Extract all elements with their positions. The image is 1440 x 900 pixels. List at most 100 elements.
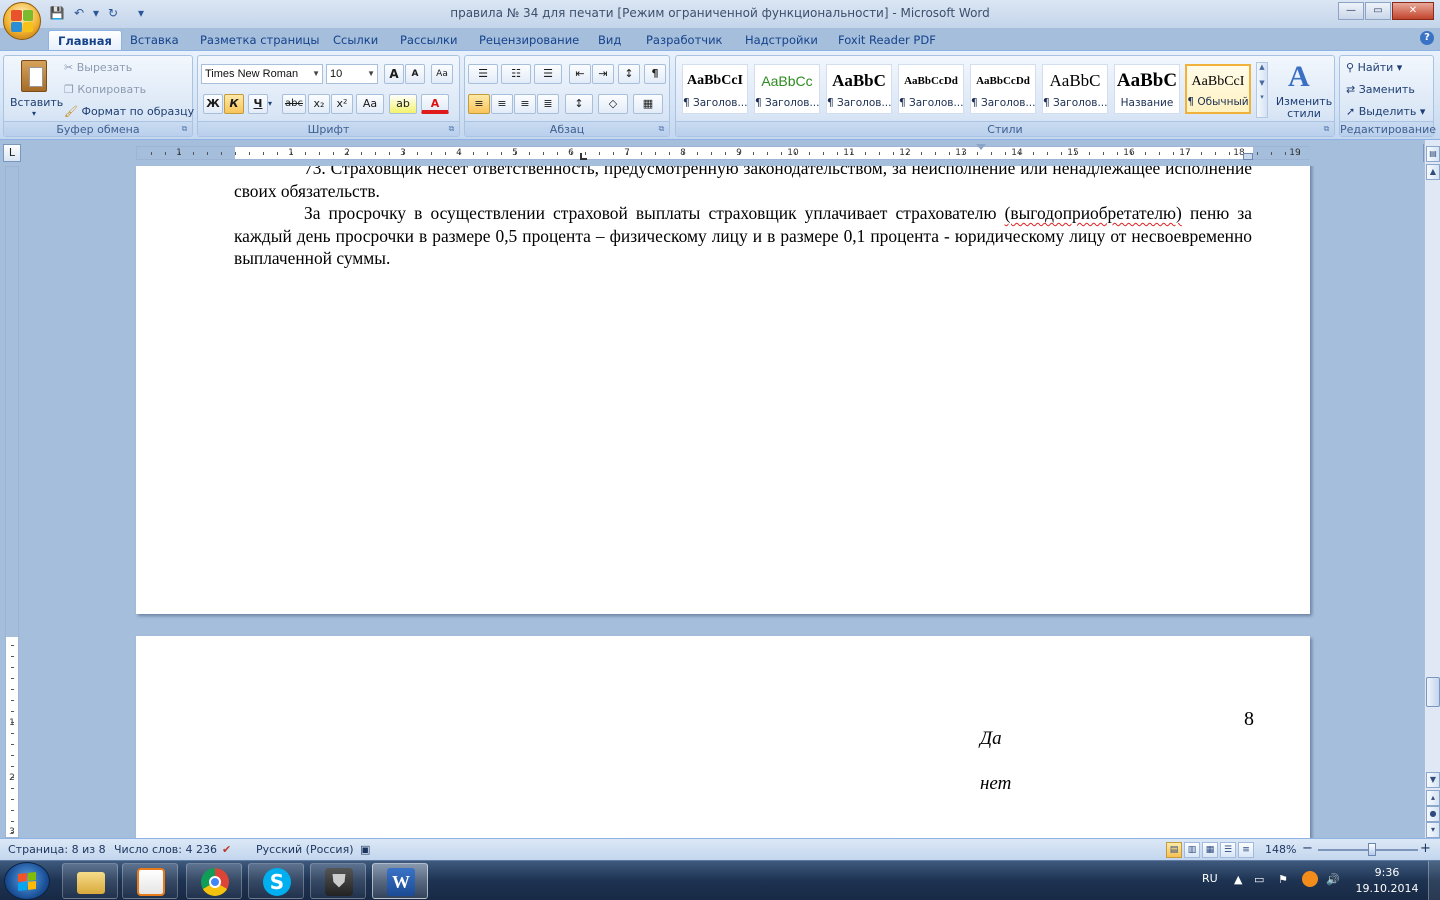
paragraph-launcher-icon[interactable]: ⧉	[656, 123, 667, 134]
grow-font-button[interactable]: A	[384, 64, 404, 84]
tab-references[interactable]: Ссылки	[324, 30, 387, 50]
right-indent-marker[interactable]	[1243, 153, 1253, 160]
minimize-button[interactable]: —	[1338, 2, 1364, 20]
volume-icon[interactable]: 🔊	[1326, 873, 1340, 886]
change-case-button[interactable]: Aa	[356, 94, 384, 114]
align-left-button[interactable]: ≡	[468, 94, 490, 114]
paste-button[interactable]: Вставить ▾	[10, 58, 63, 120]
clear-formatting-button[interactable]: Aa	[431, 64, 453, 84]
sort-button[interactable]: ↕	[618, 64, 640, 84]
close-button[interactable]: ✕	[1392, 2, 1434, 20]
style-title[interactable]: AaBbC Название	[1114, 64, 1180, 114]
tab-home[interactable]: Главная	[48, 30, 122, 50]
tray-app-icon[interactable]	[1302, 871, 1318, 887]
show-marks-button[interactable]: ¶	[644, 64, 666, 84]
font-color-button[interactable]: A	[421, 94, 449, 114]
outline-view-button[interactable]: ☰	[1220, 842, 1236, 858]
highlight-button[interactable]: ab	[389, 94, 417, 114]
shading-button[interactable]: ◇	[598, 94, 628, 114]
next-page-icon[interactable]: ▾	[1426, 822, 1440, 838]
superscript-button[interactable]: x²	[331, 94, 353, 114]
proofing-icon[interactable]: ✔	[222, 843, 231, 856]
style-heading-2[interactable]: AaBbCc ¶ Заголов...	[754, 64, 820, 114]
line-spacing-button[interactable]: ↕	[565, 94, 593, 114]
style-heading-4[interactable]: AaBbCcDd ¶ Заголов...	[898, 64, 964, 114]
underline-dropdown-icon[interactable]: ▾	[268, 99, 272, 108]
action-center-flag-icon[interactable]: ⚑	[1278, 873, 1288, 886]
spelling-error-word[interactable]: (выгодоприобретателю)	[1005, 203, 1182, 223]
office-button[interactable]	[3, 2, 41, 40]
macro-record-icon[interactable]: ▣	[360, 843, 370, 856]
start-button[interactable]	[4, 862, 50, 900]
zoom-level[interactable]: 148%	[1265, 843, 1296, 856]
scroll-down-arrow-icon[interactable]: ▼	[1426, 772, 1440, 788]
full-screen-reading-view-button[interactable]: ▥	[1184, 842, 1200, 858]
page-count[interactable]: Страница: 8 из 8	[8, 843, 106, 856]
taskbar-game[interactable]: ⛊	[310, 863, 366, 899]
style-heading-3[interactable]: AaBbC ¶ Заголов...	[826, 64, 892, 114]
style-heading-5[interactable]: AaBbCcDd ¶ Заголов...	[970, 64, 1036, 114]
change-styles-button[interactable]: A Изменить стили	[1274, 58, 1334, 120]
input-language[interactable]: RU	[1202, 872, 1218, 885]
tab-developer[interactable]: Разработчик	[637, 30, 732, 50]
font-launcher-icon[interactable]: ⧉	[446, 123, 457, 134]
style-normal[interactable]: AaBbCcI ¶ Обычный	[1185, 64, 1251, 114]
borders-button[interactable]: ▦	[633, 94, 663, 114]
network-icon[interactable]: ▭	[1254, 873, 1264, 886]
taskbar-chrome[interactable]	[186, 863, 242, 899]
maximize-button[interactable]: ▭	[1365, 2, 1391, 20]
tab-stop-marker[interactable]	[580, 153, 587, 160]
styles-gallery-scroll[interactable]: ▲ ▼ ▾	[1256, 62, 1268, 118]
underline-button[interactable]: Ч	[248, 94, 268, 114]
vertical-scrollbar[interactable]: ▤ ▲ ▼ ▴ ● ▾	[1424, 140, 1440, 838]
replace-button[interactable]: ⇄ Заменить	[1346, 83, 1415, 96]
tab-mailings[interactable]: Рассылки	[391, 30, 466, 50]
numbering-button[interactable]: ☷	[501, 64, 531, 84]
document-area[interactable]: 73. Страховщик несет ответственность, пр…	[22, 166, 1422, 838]
shrink-font-button[interactable]: A	[405, 64, 425, 84]
justify-button[interactable]: ≣	[537, 94, 559, 114]
previous-page-icon[interactable]: ▴	[1426, 790, 1440, 806]
zoom-in-button[interactable]: +	[1420, 841, 1431, 856]
cut-button[interactable]: ✂ Вырезать	[64, 61, 132, 74]
find-button[interactable]: ⚲ Найти ▾	[1346, 61, 1402, 74]
web-layout-view-button[interactable]: ▦	[1202, 842, 1218, 858]
multilevel-list-button[interactable]: ☰	[534, 64, 562, 84]
font-size-combo[interactable]: 10 ▼	[326, 64, 378, 84]
system-clock[interactable]: 9:36 19.10.2014	[1352, 865, 1422, 897]
zoom-out-button[interactable]: −	[1302, 841, 1313, 856]
strikethrough-button[interactable]: abc	[282, 94, 306, 114]
taskbar-media-player[interactable]	[122, 863, 178, 899]
style-heading-1[interactable]: AaBbCcI ¶ Заголов...	[682, 64, 748, 114]
center-button[interactable]: ≡	[491, 94, 513, 114]
bullets-button[interactable]: ☰	[468, 64, 498, 84]
select-browse-object-icon[interactable]: ●	[1426, 806, 1440, 822]
taskbar-word[interactable]: W	[372, 863, 428, 899]
decrease-indent-button[interactable]: ⇤	[569, 64, 591, 84]
language[interactable]: Русский (Россия)	[256, 843, 354, 856]
increase-indent-button[interactable]: ⇥	[592, 64, 614, 84]
first-line-indent-marker[interactable]	[976, 144, 986, 150]
zoom-slider-thumb[interactable]	[1368, 843, 1376, 856]
tab-foxit[interactable]: Foxit Reader PDF	[829, 30, 945, 50]
document-page[interactable]: 8 Да нет	[136, 636, 1310, 838]
tab-view[interactable]: Вид	[589, 30, 630, 50]
tab-page-layout[interactable]: Разметка страницы	[191, 30, 328, 50]
tab-review[interactable]: Рецензирование	[470, 30, 588, 50]
show-hidden-icons[interactable]: ▲	[1234, 873, 1242, 886]
tab-insert[interactable]: Вставка	[121, 30, 188, 50]
clipboard-launcher-icon[interactable]: ⧉	[179, 123, 190, 134]
select-button[interactable]: ➚ Выделить ▾	[1346, 105, 1425, 118]
copy-button[interactable]: ❐ Копировать	[64, 83, 146, 96]
draft-view-button[interactable]: ≡	[1238, 842, 1254, 858]
taskbar-skype[interactable]: S	[248, 863, 304, 899]
font-family-combo[interactable]: Times New Roman ▼	[201, 64, 323, 84]
format-painter-button[interactable]: 🖌 Формат по образцу	[64, 105, 194, 118]
show-desktop-button[interactable]	[1428, 861, 1440, 900]
subscript-button[interactable]: x₂	[308, 94, 330, 114]
print-layout-view-button[interactable]: ▤	[1166, 842, 1182, 858]
document-page[interactable]: 73. Страховщик несет ответственность, пр…	[136, 166, 1310, 614]
align-right-button[interactable]: ≡	[514, 94, 536, 114]
tab-selector[interactable]: L	[3, 144, 21, 162]
style-heading-6[interactable]: AaBbC ¶ Заголов...	[1042, 64, 1108, 114]
